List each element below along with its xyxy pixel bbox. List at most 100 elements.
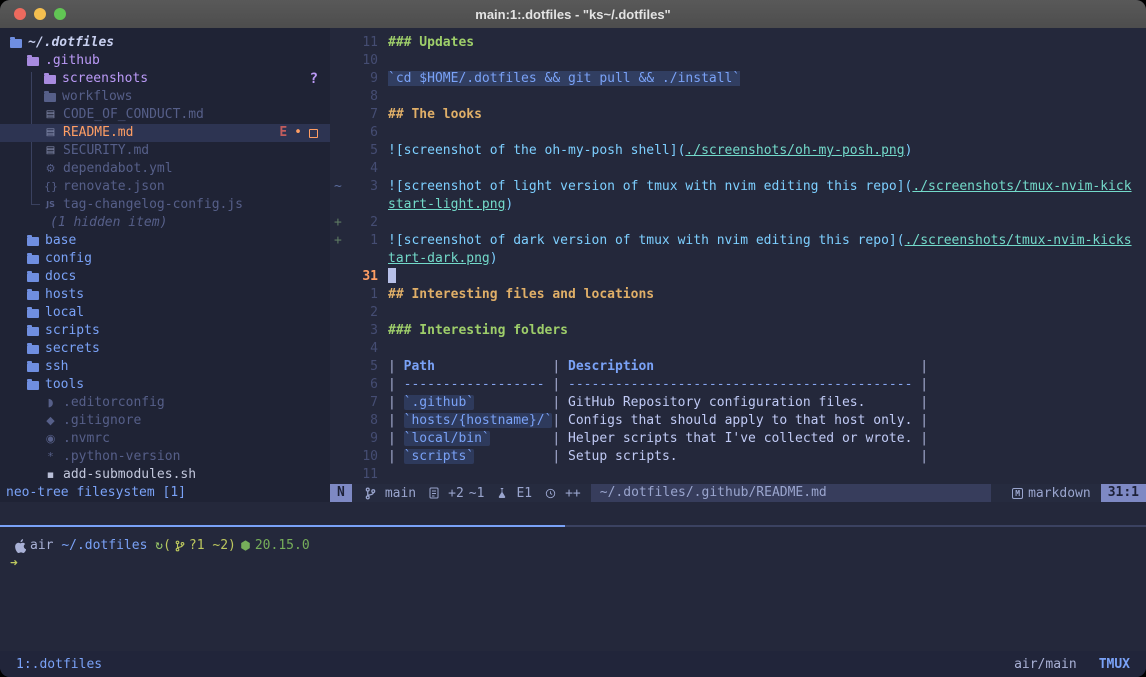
editor-line[interactable]: 4: [330, 340, 1146, 358]
tree-item-docs[interactable]: docs: [0, 268, 330, 286]
folder-icon: [27, 381, 39, 390]
node-version: 20.15.0: [255, 537, 310, 555]
line-number: 6: [350, 124, 378, 142]
line-number: 8: [350, 412, 378, 430]
file-icon: ▤: [44, 106, 57, 124]
line-number: 31: [350, 268, 378, 286]
editor-line[interactable]: 6: [330, 124, 1146, 142]
tree-item-hosts[interactable]: hosts: [0, 286, 330, 304]
file-icon: ▤: [44, 124, 57, 142]
line-text: tart-dark.png): [378, 250, 1146, 268]
tree-item-label: ssh: [45, 358, 68, 376]
neo-tree-panel: ~/.dotfiles.githubscreenshots?workflows▤…: [0, 28, 330, 484]
editor-line[interactable]: 1## Interesting files and locations: [330, 286, 1146, 304]
line-number: 11: [350, 34, 378, 52]
editor-line[interactable]: 7| `.github` | GitHub Repository configu…: [330, 394, 1146, 412]
zoom-button[interactable]: [54, 8, 66, 20]
tree-item-config[interactable]: config: [0, 250, 330, 268]
tree-item-editorconfig[interactable]: ◗.editorconfig: [0, 394, 330, 412]
editor-line[interactable]: 31: [330, 268, 1146, 286]
tree-item-tag-changelog-config-js[interactable]: JStag-changelog-config.js: [0, 196, 330, 214]
editor-line[interactable]: 8| `hosts/{hostname}/`| Configs that sho…: [330, 412, 1146, 430]
tree-item-renovate-json[interactable]: {}renovate.json: [0, 178, 330, 196]
git-open: (: [163, 537, 171, 555]
flask-icon: [497, 487, 507, 499]
line-text: [378, 88, 1146, 106]
editor-line[interactable]: 5| Path | Description |: [330, 358, 1146, 376]
tree-item-security-md[interactable]: ▤SECURITY.md: [0, 142, 330, 160]
diff-changed: ~1: [469, 486, 485, 501]
editor-line[interactable]: 3### Interesting folders: [330, 322, 1146, 340]
editor-pane: 11### Updates109`cd $HOME/.dotfiles && g…: [330, 28, 1146, 484]
editor-line[interactable]: 11### Updates: [330, 34, 1146, 52]
line-text: ### Interesting folders: [378, 322, 1146, 340]
git-branch-icon: [365, 487, 376, 500]
tree-item-screenshots[interactable]: screenshots?: [0, 70, 330, 88]
tree-item-secrets[interactable]: secrets: [0, 340, 330, 358]
branch-name: main: [385, 486, 416, 501]
gutter-sign: [330, 412, 350, 430]
clock-icon: [545, 488, 556, 499]
line-number: 11: [350, 466, 378, 484]
line-number: 3: [350, 178, 378, 196]
gutter-sign: [330, 106, 350, 124]
tmux-window-tab[interactable]: 1:.dotfiles: [16, 657, 102, 672]
tree-item-base[interactable]: base: [0, 232, 330, 250]
line-number: 9: [350, 430, 378, 448]
tree-item-label: screenshots: [62, 70, 148, 88]
tree-item-label: workflows: [62, 88, 132, 106]
tree-item-label: secrets: [45, 340, 100, 358]
editor-line[interactable]: tart-dark.png): [330, 250, 1146, 268]
tree-item-label: SECURITY.md: [63, 142, 149, 160]
tree-item-label: .editorconfig: [63, 394, 165, 412]
tree-item-add-submodules-sh[interactable]: ▪add-submodules.sh: [0, 466, 330, 484]
line-text: [378, 340, 1146, 358]
tree-item-workflows[interactable]: workflows: [0, 88, 330, 106]
shell-input-line[interactable]: ➜: [10, 555, 1146, 573]
tree-item-label: .gitignore: [63, 412, 141, 430]
line-text: | ------------------ | -----------------…: [378, 376, 1146, 394]
editor-line[interactable]: start-light.png): [330, 196, 1146, 214]
editor-line[interactable]: 4: [330, 160, 1146, 178]
editor-line[interactable]: 5![screenshot of the oh-my-posh shell](.…: [330, 142, 1146, 160]
line-text: ## Interesting files and locations: [378, 286, 1146, 304]
tree-item-readme-md[interactable]: ▤README.mdE•: [0, 124, 330, 142]
editor-line[interactable]: +2: [330, 214, 1146, 232]
terminal-pane[interactable]: air ~/.dotfiles ↻ ( ?1 ~2 ) 20.15.0: [0, 527, 1146, 651]
editor-line[interactable]: 7## The looks: [330, 106, 1146, 124]
tree-item-1-hidden-item[interactable]: (1 hidden item): [0, 214, 330, 232]
tree-item-nvmrc[interactable]: ◉.nvmrc: [0, 430, 330, 448]
editor-line[interactable]: 9| `local/bin` | Helper scripts that I'v…: [330, 430, 1146, 448]
tree-item-gitignore[interactable]: ◆.gitignore: [0, 412, 330, 430]
close-button[interactable]: [14, 8, 26, 20]
tree-item-scripts[interactable]: scripts: [0, 322, 330, 340]
tree-item-dotfiles[interactable]: ~/.dotfiles: [0, 34, 330, 52]
editor-line[interactable]: 10| `scripts` | Setup scripts. |: [330, 448, 1146, 466]
tree-item-local[interactable]: local: [0, 304, 330, 322]
editor-line[interactable]: ~3![screenshot of light version of tmux …: [330, 178, 1146, 196]
tree-item-label: .python-version: [63, 448, 180, 466]
editor-line[interactable]: +1![screenshot of dark version of tmux w…: [330, 232, 1146, 250]
tree-item-tools[interactable]: tools: [0, 376, 330, 394]
editor-line[interactable]: 2: [330, 304, 1146, 322]
line-number: [350, 250, 378, 268]
tree-item-dependabot-yml[interactable]: ⚙dependabot.yml: [0, 160, 330, 178]
tree-item-ssh[interactable]: ssh: [0, 358, 330, 376]
line-text: ![screenshot of dark version of tmux wit…: [378, 232, 1146, 250]
modified-square-badge: [309, 129, 318, 138]
tree-item-github[interactable]: .github: [0, 52, 330, 70]
editor-line[interactable]: 11: [330, 466, 1146, 484]
pending-count: ++: [565, 486, 581, 501]
minimize-button[interactable]: [34, 8, 46, 20]
gutter-sign: ~: [330, 178, 350, 196]
editor-line[interactable]: 10: [330, 52, 1146, 70]
folder-icon: [27, 237, 39, 246]
line-number: 2: [350, 304, 378, 322]
status-badge: ?: [310, 70, 318, 88]
tree-item-code-of-conduct-md[interactable]: ▤CODE_OF_CONDUCT.md: [0, 106, 330, 124]
editor-line[interactable]: 9`cd $HOME/.dotfiles && git pull && ./in…: [330, 70, 1146, 88]
refresh-icon: [147, 537, 155, 555]
editor-line[interactable]: 6| ------------------ | ----------------…: [330, 376, 1146, 394]
tree-item-python-version[interactable]: *.python-version: [0, 448, 330, 466]
editor-line[interactable]: 8: [330, 88, 1146, 106]
